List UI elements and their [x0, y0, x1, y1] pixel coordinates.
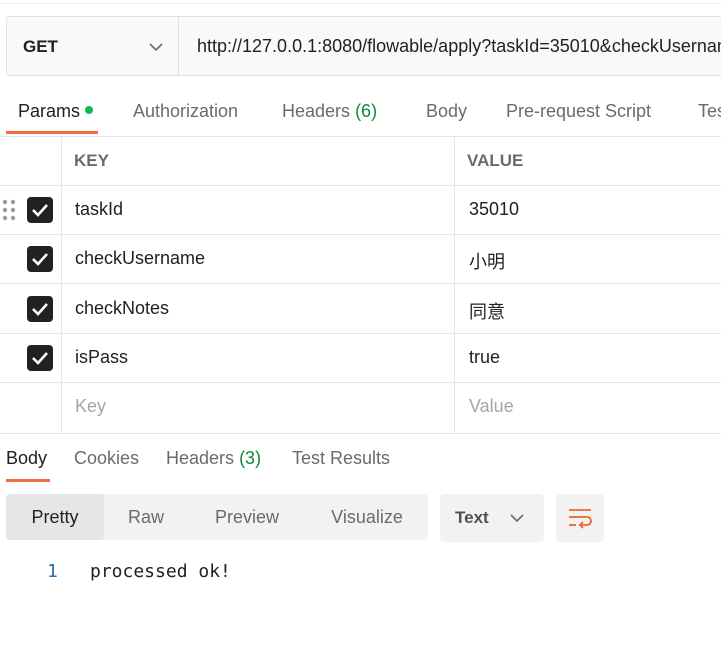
tab-response-headers[interactable]: Headers (3) — [166, 448, 261, 469]
tab-response-body[interactable]: Body — [6, 448, 47, 469]
param-value[interactable]: true — [469, 347, 500, 368]
chevron-down-icon — [149, 43, 163, 52]
format-visualize-button[interactable]: Visualize — [306, 494, 428, 540]
param-key[interactable]: checkUsername — [75, 248, 205, 269]
tab-tests[interactable]: Tests — [698, 101, 721, 122]
tab-response-headers-label: Headers — [166, 448, 235, 468]
active-tab-indicator — [6, 479, 50, 482]
request-url-bar: GET http://127.0.0.1:8080/flowable/apply… — [6, 16, 721, 76]
param-value[interactable]: 小明 — [469, 248, 505, 274]
param-value[interactable]: 35010 — [469, 199, 519, 220]
tab-headers[interactable]: Headers (6) — [282, 101, 377, 122]
table-row-empty: Key Value — [0, 384, 721, 434]
table-row: checkUsername 小明 — [0, 235, 721, 284]
active-tab-indicator — [6, 131, 98, 134]
method-select[interactable]: GET — [7, 17, 179, 75]
url-input[interactable]: http://127.0.0.1:8080/flowable/apply?tas… — [197, 36, 721, 57]
key-placeholder-input[interactable]: Key — [75, 396, 106, 417]
param-key[interactable]: isPass — [75, 347, 128, 368]
tab-test-results[interactable]: Test Results — [292, 448, 390, 469]
response-body-text[interactable]: processed ok! — [90, 561, 231, 582]
wrap-lines-button[interactable] — [556, 494, 604, 542]
method-label: GET — [23, 37, 58, 56]
param-checkbox[interactable] — [27, 296, 53, 322]
param-checkbox[interactable] — [27, 345, 53, 371]
params-active-dot — [85, 106, 94, 115]
checkmark-icon — [32, 352, 48, 365]
response-headers-count: (3) — [239, 448, 262, 468]
tab-body[interactable]: Body — [426, 101, 467, 122]
table-header-row: KEY VALUE — [0, 137, 721, 186]
tab-params[interactable]: Params — [18, 101, 94, 122]
response-tabs: Body Cookies Headers (3) Test Results — [0, 444, 721, 484]
param-checkbox[interactable] — [27, 246, 53, 272]
request-tabs: Params Authorization Headers (6) Body Pr… — [0, 96, 721, 136]
checkmark-icon — [32, 303, 48, 316]
checkmark-icon — [32, 204, 48, 217]
tab-params-label: Params — [18, 101, 81, 121]
chevron-down-icon — [510, 514, 524, 523]
param-key[interactable]: checkNotes — [75, 298, 169, 319]
table-row: isPass true — [0, 334, 721, 383]
table-row: checkNotes 同意 — [0, 285, 721, 334]
format-preview-button[interactable]: Preview — [188, 494, 306, 540]
tab-cookies[interactable]: Cookies — [74, 448, 139, 469]
tab-authorization[interactable]: Authorization — [133, 101, 238, 122]
key-header: KEY — [74, 151, 109, 170]
param-value[interactable]: 同意 — [469, 298, 505, 324]
format-raw-button[interactable]: Raw — [104, 494, 188, 540]
format-pretty-button[interactable]: Pretty — [6, 494, 104, 540]
wrap-lines-icon — [569, 509, 592, 529]
format-segmented-control: Pretty Raw Preview Visualize — [6, 494, 428, 540]
response-type-select[interactable]: Text — [440, 494, 544, 542]
param-checkbox[interactable] — [27, 197, 53, 223]
tab-pre-request-script[interactable]: Pre-request Script — [506, 101, 651, 122]
tab-headers-label: Headers — [282, 101, 351, 121]
value-placeholder-input[interactable]: Value — [469, 396, 514, 417]
top-divider — [0, 3, 721, 4]
line-number: 1 — [47, 561, 58, 582]
param-key[interactable]: taskId — [75, 199, 123, 220]
drag-handle-icon[interactable] — [1, 199, 17, 223]
response-type-label: Text — [455, 508, 489, 527]
table-row: taskId 35010 — [0, 186, 721, 235]
checkmark-icon — [32, 253, 48, 266]
value-header: VALUE — [467, 151, 524, 170]
headers-count: (6) — [355, 101, 378, 121]
